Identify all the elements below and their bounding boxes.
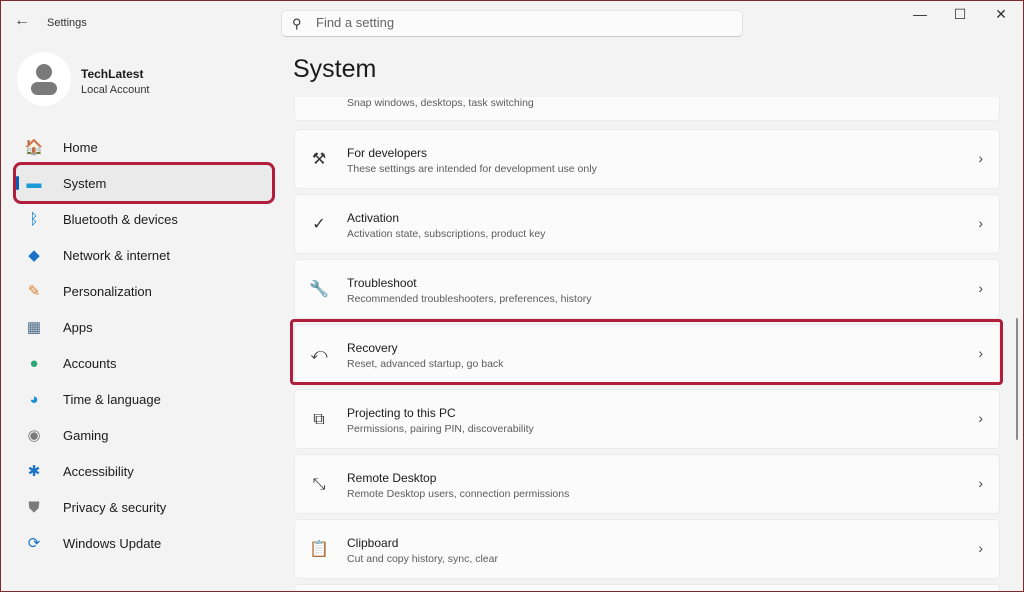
sidebar-item-label: Time & language xyxy=(63,392,161,407)
sidebar-item-label: Personalization xyxy=(63,284,152,299)
card-recovery[interactable]: ⤺ Recovery Reset, advanced startup, go bac… xyxy=(294,324,1000,384)
card-title: Recovery xyxy=(347,341,398,355)
sidebar-item-label: Accessibility xyxy=(63,464,134,479)
scrollbar[interactable] xyxy=(1016,318,1018,440)
sidebar-nav: 🏠 Home ▬ System ᛒ Bluetooth & devices ◆ Network… xyxy=(16,129,272,561)
sidebar-item-label: Privacy & security xyxy=(63,500,166,515)
chevron-right-icon: › xyxy=(978,540,983,556)
title-bar: ← Settings ⚲ — ☐ ✕ xyxy=(0,0,1024,46)
chevron-right-icon: › xyxy=(978,280,983,296)
sidebar-item-label: Bluetooth & devices xyxy=(63,212,178,227)
card-clipboard[interactable]: 📋 Clipboard Cut and copy history, sync, cl… xyxy=(294,519,1000,579)
avatar xyxy=(17,52,71,106)
card-title: Troubleshoot xyxy=(347,276,417,290)
sidebar-item-label: System xyxy=(63,176,106,191)
app-title: Settings xyxy=(47,17,87,29)
brush-icon: ✎ xyxy=(24,281,44,301)
card-activation[interactable]: ✓ Activation Activation state, subscriptio… xyxy=(294,194,1000,254)
page-title: System xyxy=(293,55,376,84)
recovery-icon: ⤺ xyxy=(309,345,329,365)
search-input[interactable] xyxy=(316,15,716,30)
remote-desktop-icon: ⤡ xyxy=(309,475,329,495)
back-button[interactable]: ← xyxy=(14,12,30,30)
check-circle-icon: ✓ xyxy=(309,215,329,235)
card-multitasking[interactable]: ▭MultitaskingSnap windows, desktops, tas… xyxy=(294,97,1000,121)
sidebar-item-label: Network & internet xyxy=(63,248,170,263)
sidebar-item-windows-update[interactable]: ⟳ Windows Update xyxy=(16,525,272,561)
card-description: Permissions, pairing PIN, discoverabilit… xyxy=(347,423,534,435)
card-description: Activation state, subscriptions, product… xyxy=(347,228,545,240)
projecting-icon: ⧉ xyxy=(309,410,329,430)
chevron-right-icon: › xyxy=(978,475,983,491)
search-icon: ⚲ xyxy=(292,16,302,32)
card-title: Activation xyxy=(347,211,399,225)
chevron-right-icon: › xyxy=(978,215,983,231)
card-description: Recommended troubleshooters, preferences… xyxy=(347,293,592,305)
bluetooth-icon: ᛒ xyxy=(24,209,44,229)
card-remote-desktop[interactable]: ⤡ Remote Desktop Remote Desktop users, con… xyxy=(294,454,1000,514)
sidebar-item-label: Accounts xyxy=(63,356,116,371)
account-type: Local Account xyxy=(81,84,150,96)
sidebar-item-system[interactable]: ▬ System xyxy=(16,165,272,201)
sidebar-item-personalization[interactable]: ✎ Personalization xyxy=(16,273,272,309)
sidebar-item-network-internet[interactable]: ◆ Network & internet xyxy=(16,237,272,273)
card-title: Projecting to this PC xyxy=(347,406,456,420)
sidebar-item-apps[interactable]: ▦ Apps xyxy=(16,309,272,345)
chevron-right-icon: › xyxy=(978,150,983,166)
sidebar-item-gaming[interactable]: ◉ Gaming xyxy=(16,417,272,453)
shield-icon: ⛊ xyxy=(24,497,44,517)
system-icon: ▬ xyxy=(24,173,44,193)
wifi-icon: ◆ xyxy=(24,245,44,265)
card-description: Cut and copy history, sync, clear xyxy=(347,553,498,565)
card-description: Snap windows, desktops, task switching xyxy=(347,97,534,109)
sidebar-item-label: Apps xyxy=(63,320,93,335)
clipboard-icon: 📋 xyxy=(309,540,329,560)
accounts-icon: ● xyxy=(24,353,44,373)
card-description: Reset, advanced startup, go back xyxy=(347,358,503,370)
card-for-developers[interactable]: ⚒ For developers These settings are intend… xyxy=(294,129,1000,189)
home-icon: 🏠 xyxy=(24,137,44,157)
update-icon: ⟳ xyxy=(24,533,44,553)
card-title: Remote Desktop xyxy=(347,471,436,485)
sidebar-item-label: Home xyxy=(63,140,98,155)
search-box[interactable]: ⚲ xyxy=(281,10,743,37)
gamepad-icon: ◉ xyxy=(24,425,44,445)
globe-clock-icon: ◕ xyxy=(24,389,44,409)
settings-list: ▭MultitaskingSnap windows, desktops, tas… xyxy=(294,97,1000,592)
close-button[interactable]: ✕ xyxy=(981,6,1021,28)
sidebar-item-time-language[interactable]: ◕ Time & language xyxy=(16,381,272,417)
card-projecting-to-this-pc[interactable]: ⧉ Projecting to this PC Permissions, pairi… xyxy=(294,389,1000,449)
sidebar-item-home[interactable]: 🏠 Home xyxy=(16,129,272,165)
developer-tools-icon: ⚒ xyxy=(309,150,329,170)
card-title: For developers xyxy=(347,146,427,160)
accessibility-icon: ✱ xyxy=(24,461,44,481)
wrench-icon: 🔧 xyxy=(309,280,329,300)
apps-icon: ▦ xyxy=(24,317,44,337)
card-troubleshoot[interactable]: 🔧 Troubleshoot Recommended troubleshooters… xyxy=(294,259,1000,319)
sidebar-item-bluetooth-devices[interactable]: ᛒ Bluetooth & devices xyxy=(16,201,272,237)
user-name: TechLatest xyxy=(81,67,143,81)
sidebar-item-privacy-security[interactable]: ⛊ Privacy & security xyxy=(16,489,272,525)
sidebar-item-label: Windows Update xyxy=(63,536,161,551)
sidebar-item-label: Gaming xyxy=(63,428,109,443)
chevron-right-icon: › xyxy=(978,345,983,361)
maximize-button[interactable]: ☐ xyxy=(940,6,980,28)
sidebar-item-accessibility[interactable]: ✱ Accessibility xyxy=(16,453,272,489)
card-description: These settings are intended for developm… xyxy=(347,163,597,175)
chevron-right-icon: › xyxy=(978,410,983,426)
sidebar-item-accounts[interactable]: ● Accounts xyxy=(16,345,272,381)
card-next[interactable] xyxy=(294,584,1000,592)
minimize-button[interactable]: — xyxy=(900,6,940,28)
card-description: Remote Desktop users, connection permiss… xyxy=(347,488,569,500)
card-title: Clipboard xyxy=(347,536,398,550)
multitasking-icon: ▭ xyxy=(309,97,329,101)
